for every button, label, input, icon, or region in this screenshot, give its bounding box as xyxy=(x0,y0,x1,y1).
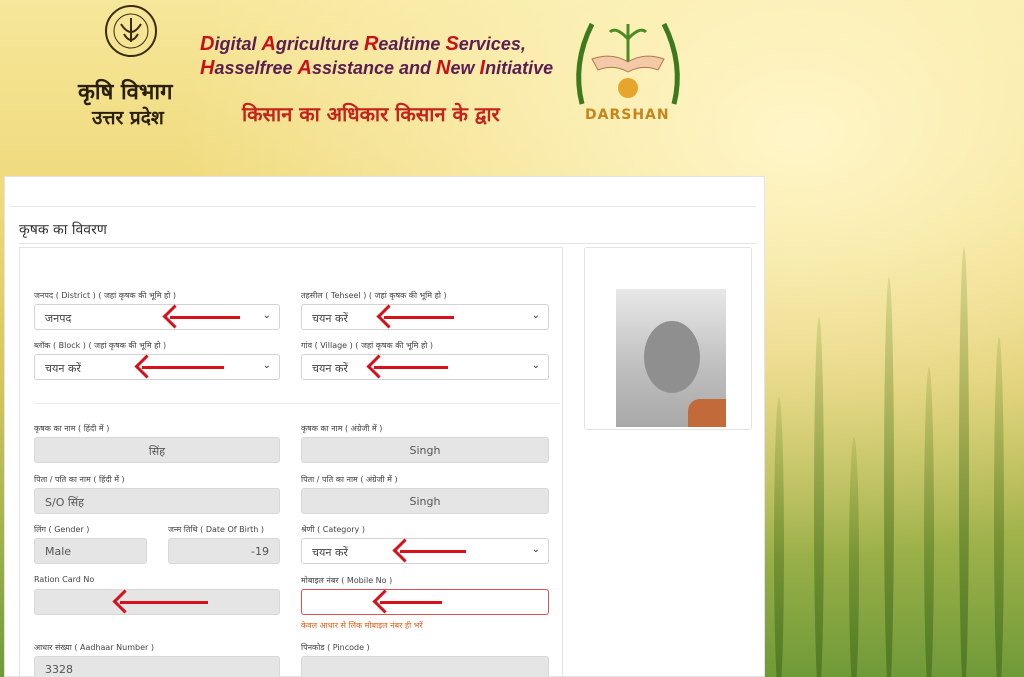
father-name-english-input[interactable]: Singh xyxy=(301,488,549,514)
annotation-arrow xyxy=(120,601,208,604)
chevron-down-icon: ⌄ xyxy=(531,544,540,555)
annotation-arrow xyxy=(142,366,224,369)
category-label: श्रेणी ( Category ) xyxy=(301,525,365,534)
farmer-photo xyxy=(616,289,726,427)
site-header: कृषि विभाग उत्तर प्रदेश Digital Agricult… xyxy=(0,0,1024,170)
department-state: उत्तर प्रदेश xyxy=(92,107,164,129)
panel-header xyxy=(9,181,756,207)
annotation-arrow xyxy=(384,316,454,319)
section-title: कृषक का विवरण xyxy=(19,222,107,238)
title-word: ervices, xyxy=(458,34,526,54)
block-select-value: चयन करें xyxy=(45,362,81,375)
annotation-arrow xyxy=(380,601,442,604)
title-initial: R xyxy=(363,33,379,55)
title-initial: H xyxy=(200,57,215,79)
photo-figure xyxy=(644,321,700,393)
farmer-name-english-label: कृषक का नाम ( अंग्रेजी में ) xyxy=(301,424,383,433)
title-word: griculture xyxy=(275,34,364,54)
section-divider xyxy=(19,243,756,244)
district-label: जनपद ( District ) ( जहां कृषक की भूमि हो… xyxy=(34,291,176,300)
title-word: nitiative xyxy=(485,58,554,78)
farmer-name-english-input[interactable]: Singh xyxy=(301,437,549,463)
chevron-down-icon: ⌄ xyxy=(262,310,271,321)
department-name: कृषि विभाग xyxy=(78,79,173,105)
portal-title: Digital Agriculture Realtime Services, H… xyxy=(200,32,553,80)
dob-input[interactable]: -19 xyxy=(168,538,280,564)
form-divider xyxy=(34,403,560,404)
farmer-name-hindi-input[interactable]: सिंह xyxy=(34,437,280,463)
mobile-hint: केवल आधार से लिंक मोबाइल नंबर ही भरें xyxy=(301,621,423,630)
farmer-form: जनपद ( District ) ( जहां कृषक की भूमि हो… xyxy=(19,247,563,677)
tehseel-label: तहसील ( Tehseel ) ( जहां कृषक की भूमि हो… xyxy=(301,291,447,300)
portal-title-line-1: Digital Agriculture Realtime Services, xyxy=(200,32,553,56)
farmer-name-hindi-label: कृषक का नाम ( हिंदी में ) xyxy=(34,424,110,433)
portal-tagline: किसान का अधिकार किसान के द्वार xyxy=(242,102,500,126)
aadhaar-label: आधार संख्या ( Aadhaar Number ) xyxy=(34,643,154,652)
title-word: igital xyxy=(214,34,262,54)
chevron-down-icon: ⌄ xyxy=(531,310,540,321)
annotation-arrow xyxy=(400,550,466,553)
category-select-value: चयन करें xyxy=(312,546,348,559)
chevron-down-icon: ⌄ xyxy=(262,360,271,371)
title-initial: A xyxy=(297,57,312,79)
photo-detail xyxy=(688,399,726,427)
title-initial: S xyxy=(445,33,459,55)
village-label: गांव ( Village ) ( जहां कृषक की भूमि हो … xyxy=(301,341,433,350)
farmer-details-panel: कृषक का विवरण जनपद ( District ) ( जहां क… xyxy=(4,176,765,677)
tehseel-select-value: चयन करें xyxy=(312,312,348,325)
title-initial: N xyxy=(436,57,451,79)
title-word: asselfree xyxy=(214,58,298,78)
wheat-field-background xyxy=(754,150,1024,677)
pincode-input[interactable] xyxy=(301,656,549,677)
ration-card-label: Ration Card No xyxy=(34,575,95,584)
father-name-english-label: पिता / पति का नाम ( अंग्रेजी में ) xyxy=(301,475,398,484)
title-initial: A xyxy=(261,33,276,55)
gender-label: लिंग ( Gender ) xyxy=(34,525,90,534)
title-word: ew xyxy=(450,58,480,78)
aadhaar-input[interactable]: 3328 xyxy=(34,656,280,677)
title-initial: D xyxy=(200,33,215,55)
portal-title-line-2: Hasselfree Assistance and New Initiative xyxy=(200,56,553,80)
chevron-down-icon: ⌄ xyxy=(531,360,540,371)
village-select-value: चयन करें xyxy=(312,362,348,375)
father-name-hindi-label: पिता / पति का नाम ( हिंदी में ) xyxy=(34,475,125,484)
mobile-label: मोबाइल नंबर ( Mobile No ) xyxy=(301,576,393,585)
pincode-label: पिनकोड ( Pincode ) xyxy=(301,643,370,652)
darshan-logo-label: DARSHAN xyxy=(585,107,670,123)
district-select[interactable]: जनपद ⌄ xyxy=(34,304,280,330)
farmer-photo-box xyxy=(584,247,752,430)
annotation-arrow xyxy=(170,316,240,319)
title-word: ealtime xyxy=(378,34,446,54)
annotation-arrow xyxy=(374,366,448,369)
gender-input[interactable]: Male xyxy=(34,538,147,564)
dob-label: जन्म तिथि ( Date Of Birth ) xyxy=(168,525,265,534)
title-word: ssistance and xyxy=(311,58,437,78)
district-select-value: जनपद xyxy=(45,312,72,325)
block-label: ब्लॉक ( Block ) ( जहां कृषक की भूमि हो ) xyxy=(34,341,167,350)
father-name-hindi-input[interactable]: S/O सिंह xyxy=(34,488,280,514)
up-government-emblem-icon xyxy=(105,5,157,57)
